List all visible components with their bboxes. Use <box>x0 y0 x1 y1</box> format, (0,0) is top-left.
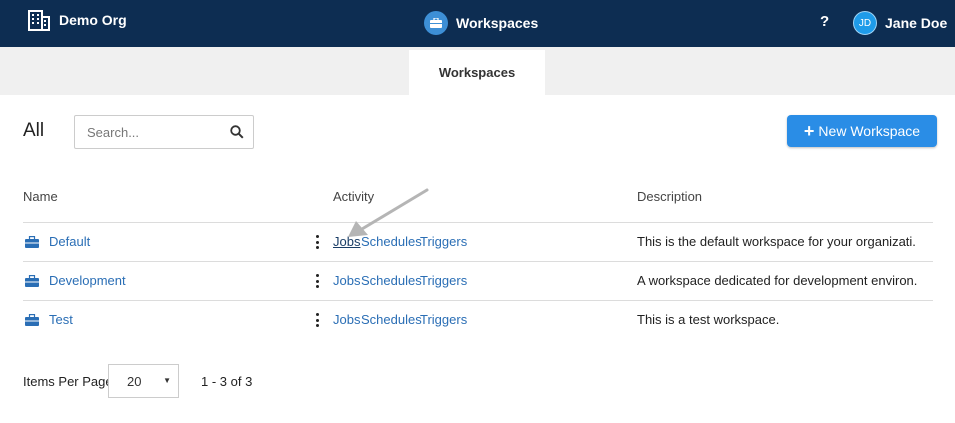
search-input[interactable] <box>75 116 215 148</box>
more-options-icon[interactable] <box>311 235 323 253</box>
avatar: JD <box>853 11 877 35</box>
building-icon <box>28 10 50 31</box>
briefcase-icon <box>25 236 39 248</box>
more-options-icon[interactable] <box>311 274 323 292</box>
triggers-link[interactable]: Triggers <box>420 312 467 327</box>
column-header-description: Description <box>637 189 703 204</box>
workspace-name-link[interactable]: Development <box>49 273 126 288</box>
org-switcher[interactable]: Demo Org <box>28 9 127 31</box>
items-per-page-value: 20 <box>127 374 142 389</box>
table-row: Test Jobs Schedules Triggers This is a t… <box>0 301 955 340</box>
table-row: Default Jobs Schedules Triggers This is … <box>0 223 955 262</box>
caret-down-icon: ▼ <box>163 376 171 385</box>
briefcase-icon <box>25 275 39 287</box>
help-icon[interactable]: ? <box>820 12 829 32</box>
workspace-name-link[interactable]: Test <box>49 312 73 327</box>
tab-workspaces[interactable]: Workspaces <box>409 50 545 95</box>
column-header-name[interactable]: Name <box>23 189 58 204</box>
briefcase-icon <box>25 314 39 326</box>
app-title-text: Workspaces <box>456 15 539 31</box>
new-workspace-button[interactable]: + New Workspace <box>787 115 937 147</box>
tab-strip: Workspaces <box>0 47 955 95</box>
workspace-description: A workspace dedicated for development en… <box>637 273 917 288</box>
items-per-page-select[interactable]: 20 ▼ <box>108 364 179 398</box>
new-workspace-label: New Workspace <box>818 123 921 139</box>
top-bar: Demo Org Workspaces ? JD Jane Doe <box>0 0 955 47</box>
jobs-link[interactable]: Jobs <box>333 312 360 327</box>
workspace-description: This is a test workspace. <box>637 312 780 327</box>
user-name: Jane Doe <box>885 15 948 31</box>
workspace-name-link[interactable]: Default <box>49 234 90 249</box>
plus-icon: + <box>803 121 815 141</box>
annotation-arrow-icon <box>348 188 429 237</box>
triggers-link[interactable]: Triggers <box>420 273 467 288</box>
items-per-page-label: Items Per Page <box>23 374 113 389</box>
page-range: 1 - 3 of 3 <box>201 374 253 389</box>
app-title: Workspaces <box>424 11 538 35</box>
jobs-link[interactable]: Jobs <box>333 273 360 288</box>
schedules-link[interactable]: Schedules <box>361 273 422 288</box>
workspace-description: This is the default workspace for your o… <box>637 234 917 249</box>
org-name: Demo Org <box>59 12 127 28</box>
filter-label: All <box>23 120 45 141</box>
search-icon[interactable] <box>230 125 244 139</box>
search-box <box>74 115 254 149</box>
more-options-icon[interactable] <box>311 313 323 331</box>
user-menu[interactable]: JD Jane Doe <box>853 11 947 35</box>
table-row: Development Jobs Schedules Triggers A wo… <box>0 262 955 301</box>
schedules-link[interactable]: Schedules <box>361 312 422 327</box>
briefcase-icon <box>424 11 448 35</box>
